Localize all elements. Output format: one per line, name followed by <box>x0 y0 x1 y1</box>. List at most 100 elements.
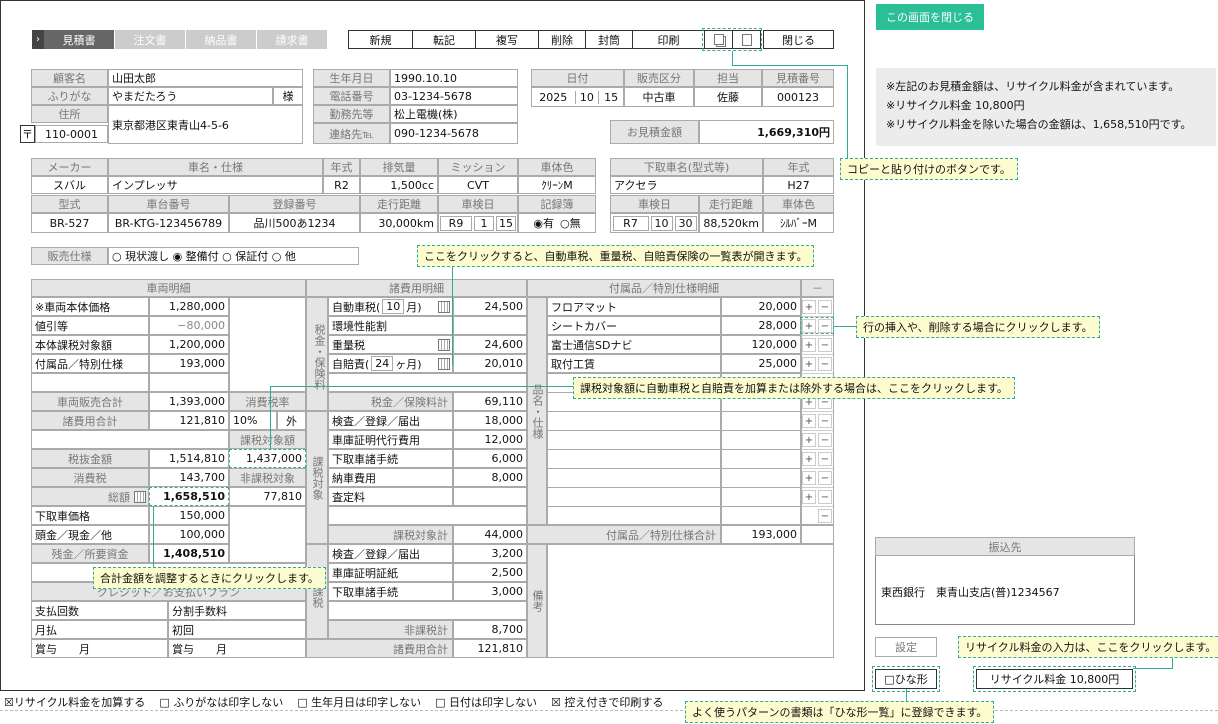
car-row-value[interactable]: −80,000 <box>149 316 229 335</box>
tab-order[interactable]: 注文書 <box>115 30 185 49</box>
grid-icon[interactable] <box>438 338 450 351</box>
shita-value[interactable]: 150,000 <box>149 506 229 525</box>
jido-month[interactable]: 10 <box>382 299 405 314</box>
date-day[interactable]: 15 <box>599 91 623 104</box>
year-field[interactable]: R2 <box>323 176 360 194</box>
option-kana-checkbox[interactable]: □ ふりがなは印字しない <box>159 694 283 710</box>
inspect-month[interactable]: 1 <box>474 215 494 231</box>
close-button[interactable]: 閉じる <box>763 30 834 49</box>
fee-row-value[interactable] <box>453 487 527 506</box>
transfer-button[interactable]: 転記 <box>412 30 476 49</box>
print-button[interactable]: 印刷 <box>632 30 705 49</box>
date-month[interactable]: 10 <box>576 90 600 104</box>
sales-spec-radios[interactable]: ○ 現状渡し ◉ 整備付 ○ 保証付 ○ 他 <box>108 247 359 265</box>
work-field[interactable]: 松上電機(株) <box>390 105 518 123</box>
fee-row-value[interactable]: 3,200 <box>453 544 527 563</box>
trade-year-field[interactable]: H27 <box>763 176 834 194</box>
tel-field[interactable]: 03-1234-5678 <box>390 87 518 105</box>
duplicate-button[interactable]: 複写 <box>475 30 539 49</box>
row-delete-button[interactable]: − <box>818 414 832 428</box>
tanto-field[interactable]: 佐藤 <box>694 87 762 107</box>
fee-row-value[interactable]: 18,000 <box>453 411 527 430</box>
row-insert-button[interactable]: + <box>802 300 816 314</box>
kubun-field[interactable]: 中古車 <box>624 87 694 107</box>
trade-name-field[interactable]: アクセラ <box>610 176 763 194</box>
row-delete-button[interactable]: − <box>818 300 832 314</box>
kana-field[interactable]: やまだたろう <box>108 87 273 105</box>
address-field[interactable]: 東京都港区東青山4-5-6 <box>108 105 303 144</box>
acc-item-name[interactable]: シートカバー <box>547 316 721 335</box>
row-delete-button[interactable]: − <box>818 452 832 466</box>
trade-ins-month[interactable]: 10 <box>650 215 673 231</box>
grid-icon[interactable] <box>438 357 450 370</box>
close-screen-button[interactable]: この画面を閉じる <box>876 4 984 30</box>
fee-row-value[interactable]: 8,000 <box>453 468 527 487</box>
acc-item-name[interactable]: フロアマット <box>547 297 721 316</box>
jido-value[interactable]: 24,500 <box>453 297 527 316</box>
tab-arrow[interactable]: › <box>32 30 44 49</box>
total-value[interactable]: 1,658,510 <box>149 487 229 506</box>
row-delete-button[interactable]: − <box>818 509 832 523</box>
row-insert-button[interactable]: + <box>802 452 816 466</box>
biko-field[interactable] <box>547 544 834 658</box>
carname-field[interactable]: インプレッサ <box>108 176 323 194</box>
zip-field[interactable]: 110-0001 <box>35 125 108 143</box>
row-insert-button[interactable]: + <box>802 471 816 485</box>
row-delete-button[interactable]: − <box>818 357 832 371</box>
fee-row-value[interactable]: 6,000 <box>453 449 527 468</box>
date-year[interactable]: 2025 <box>532 90 576 104</box>
car-row-value[interactable]: 1,280,000 <box>149 297 229 316</box>
option-date-checkbox[interactable]: □ 日付は印字しない <box>435 694 537 710</box>
tax-mode[interactable]: 外 <box>277 411 306 430</box>
bank-text[interactable]: 東西銀行 東青山支店(普)1234567 <box>881 584 1060 600</box>
jibai-value[interactable]: 20,010 <box>453 354 527 373</box>
trade-km-field[interactable]: 88,520km <box>699 213 763 233</box>
cc-field[interactable]: 1,500cc <box>360 176 438 194</box>
fee-row-value[interactable]: 2,500 <box>453 563 527 582</box>
atama-value[interactable]: 100,000 <box>149 525 229 544</box>
trade-ins-era[interactable]: R7 <box>612 215 649 231</box>
zip-lookup-button[interactable]: 〒 <box>20 125 35 143</box>
grid-icon[interactable] <box>438 300 450 313</box>
km-field[interactable]: 30,000km <box>360 213 438 233</box>
envelope-button[interactable]: 封筒 <box>585 30 633 49</box>
record-no-radio[interactable]: ○無 <box>560 215 581 231</box>
row-delete-button[interactable]: − <box>818 433 832 447</box>
tab-delivery[interactable]: 納品書 <box>186 30 256 49</box>
reg-field[interactable]: 品川500あ1234 <box>229 213 360 233</box>
option-birth-checkbox[interactable]: □ 生年月日は印字しない <box>297 694 421 710</box>
calculator-icon[interactable] <box>134 490 146 503</box>
row-delete-button[interactable]: − <box>818 471 832 485</box>
kankyo-value[interactable] <box>453 316 527 335</box>
row-delete-button[interactable]: − <box>818 338 832 352</box>
acc-item-name[interactable]: 取付工賃 <box>547 354 721 373</box>
acc-item-price[interactable]: 120,000 <box>721 335 801 354</box>
color-field[interactable]: ｸﾘｰﾝM <box>518 176 596 194</box>
fee-row-value[interactable]: 3,000 <box>453 582 527 601</box>
fee-row-value[interactable]: 12,000 <box>453 430 527 449</box>
birth-field[interactable]: 1990.10.10 <box>390 69 518 87</box>
maker-field[interactable]: スバル <box>31 176 108 194</box>
hinagata-button[interactable]: □ひな形 <box>872 666 940 692</box>
frame-field[interactable]: BR-KTG-123456789 <box>108 213 229 233</box>
settings-button[interactable]: 設定 <box>875 637 937 657</box>
inspect-era[interactable]: R9 <box>440 215 472 231</box>
record-yes-radio[interactable]: ◉有 <box>533 215 554 231</box>
row-insert-button[interactable]: + <box>802 490 816 504</box>
acc-item-name[interactable]: 富士通信SDナビ <box>547 335 721 354</box>
contact-field[interactable]: 090-1234-5678 <box>390 123 518 144</box>
row-delete-button[interactable]: − <box>818 490 832 504</box>
trade-ins-day[interactable]: 30 <box>674 215 697 231</box>
delete-button[interactable]: 削除 <box>538 30 586 49</box>
trade-color-field[interactable]: ｼﾙﾊﾞｰM <box>763 213 834 233</box>
jibai-month[interactable]: 24 <box>371 356 394 371</box>
new-button[interactable]: 新規 <box>348 30 413 49</box>
acc-item-price[interactable]: 28,000 <box>721 316 801 335</box>
recycle-fee-button[interactable]: リサイクル料金 10,800円 <box>973 666 1136 692</box>
mission-field[interactable]: CVT <box>438 176 518 194</box>
option-copy-checkbox[interactable]: ☒ 控え付きで印刷する <box>551 694 663 710</box>
option-recycle-checkbox[interactable]: ☒リサイクル料金を加算する <box>4 694 145 710</box>
row-insert-button[interactable]: + <box>802 338 816 352</box>
customer-name[interactable]: 山田太郎 <box>108 69 303 87</box>
row-insert-button[interactable]: + <box>802 433 816 447</box>
